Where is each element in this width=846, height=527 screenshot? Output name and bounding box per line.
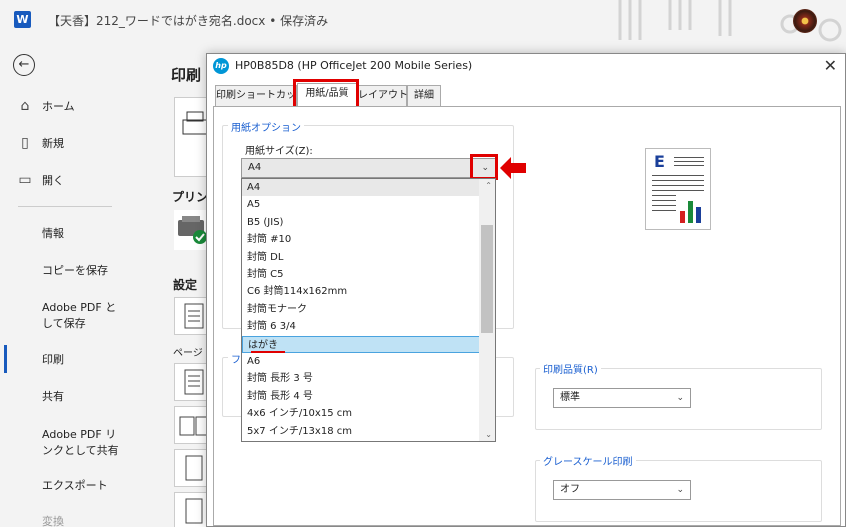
nav-home-label: ホーム xyxy=(42,100,75,113)
paper-options-legend: 用紙オプション xyxy=(228,119,304,134)
nav-print[interactable]: 印刷 xyxy=(0,347,190,371)
nav-save-copy-label: コピーを保存 xyxy=(42,264,108,277)
print-quality-legend: 印刷品質(R) xyxy=(540,361,601,376)
list-item[interactable]: A5 xyxy=(242,196,480,213)
nav-save-adobe-pdf-line2: して保存 xyxy=(42,317,86,330)
scroll-down-icon[interactable]: ⌄ xyxy=(485,430,492,439)
preview-chart-bar xyxy=(688,201,693,223)
nav-divider xyxy=(18,206,112,207)
nav-print-label: 印刷 xyxy=(42,353,64,366)
nav-convert-label: 変換 xyxy=(42,515,64,527)
preview-text-line xyxy=(652,185,704,186)
dialog-title: HP0B85D8 (HP OfficeJet 200 Mobile Series… xyxy=(235,59,473,72)
list-item[interactable]: A6 xyxy=(242,353,480,370)
preview-text-line xyxy=(652,195,676,196)
paper-preview: E xyxy=(645,148,711,230)
nav-convert[interactable]: 変換 xyxy=(0,509,190,527)
grayscale-value: オフ xyxy=(560,484,580,495)
print-quality-value: 標準 xyxy=(560,392,580,403)
word-logo-icon: W xyxy=(14,11,31,28)
printer-heading: プリン xyxy=(172,190,209,204)
preview-text-line xyxy=(652,205,676,206)
nav-save-adobe-pdf-line1: Adobe PDF と xyxy=(42,301,117,314)
tab-layout[interactable]: レイアウト xyxy=(357,85,408,106)
nav-new-label: 新規 xyxy=(42,137,64,150)
print-quality-combobox[interactable]: 標準 ⌄ xyxy=(553,388,691,408)
list-item[interactable]: B5 (JIS) xyxy=(242,214,480,231)
list-item[interactable]: 封筒 C5 xyxy=(242,266,480,283)
dropdown-annotation-highlight xyxy=(470,154,498,180)
tab-advanced[interactable]: 詳細 xyxy=(407,85,441,106)
list-item[interactable]: 5x7 インチ/13x18 cm xyxy=(242,423,480,440)
user-avatar[interactable] xyxy=(793,9,817,33)
list-item[interactable]: 封筒 6 3/4 xyxy=(242,318,480,335)
nav-save-copy[interactable]: コピーを保存 xyxy=(0,258,190,282)
preview-text-line xyxy=(652,210,676,211)
paper-size-label: 用紙サイズ(Z): xyxy=(245,146,313,157)
back-button[interactable]: ← xyxy=(13,54,35,76)
settings-heading: 設定 xyxy=(173,278,198,292)
paper-size-dropdown-list[interactable]: A4 A5 B5 (JIS) 封筒 #10 封筒 DL 封筒 C5 C6 封筒1… xyxy=(241,178,496,442)
list-item[interactable]: 封筒 #10 xyxy=(242,231,480,248)
paper-size-combobox[interactable]: A4 ⌄ xyxy=(241,158,496,178)
tab-print-shortcuts[interactable]: 印刷ショートカット xyxy=(215,85,306,106)
paper-size-value: A4 xyxy=(248,162,262,173)
nav-save-adobe-pdf[interactable]: Adobe PDF と して保存 xyxy=(0,297,190,333)
nav-share-label: 共有 xyxy=(42,390,64,403)
folder-icon: ▭ xyxy=(18,172,32,188)
list-item[interactable]: 封筒 長形 4 号 xyxy=(242,388,480,405)
chevron-down-icon[interactable]: ⌄ xyxy=(676,389,684,407)
document-title: 【天香】212_ワードではがき宛名.docx • 保存済み xyxy=(48,14,329,28)
hp-logo-icon: hp xyxy=(213,58,229,74)
list-item[interactable]: 封筒モナーク xyxy=(242,301,480,318)
nav-home[interactable]: ⌂ ホーム xyxy=(0,94,190,118)
new-document-icon: ▯ xyxy=(21,135,29,151)
nav-info-label: 情報 xyxy=(42,227,64,240)
preview-text-line xyxy=(652,180,704,181)
list-item[interactable]: A4 xyxy=(242,179,480,196)
preview-text-line xyxy=(652,190,704,191)
close-icon[interactable]: ✕ xyxy=(824,56,837,75)
nav-share-adobe-pdf-link-line2: ンクとして共有 xyxy=(42,444,119,457)
preview-text-line xyxy=(652,200,676,201)
pages-label: ページ xyxy=(173,348,203,359)
print-heading: 印刷 xyxy=(171,66,202,84)
chevron-down-icon[interactable]: ⌄ xyxy=(676,481,684,499)
nav-info[interactable]: 情報 xyxy=(0,221,190,245)
nav-export-label: エクスポート xyxy=(42,479,108,492)
nav-new[interactable]: ▯ 新規 xyxy=(0,131,190,155)
preview-text-line xyxy=(674,161,704,162)
preview-text-line xyxy=(674,165,704,166)
preview-chart-bar xyxy=(680,211,685,223)
scrollbar-thumb[interactable] xyxy=(481,225,493,333)
nav-share[interactable]: 共有 xyxy=(0,384,190,408)
nav-export[interactable]: エクスポート xyxy=(0,473,190,497)
grayscale-legend: グレースケール印刷 xyxy=(540,453,636,468)
preview-text-line xyxy=(674,157,704,158)
scroll-up-icon[interactable]: ⌃ xyxy=(485,181,492,190)
grayscale-combobox[interactable]: オフ ⌄ xyxy=(553,480,691,500)
home-icon: ⌂ xyxy=(20,98,30,114)
annotation-arrow-icon xyxy=(500,157,526,179)
word-titlebar: W 【天香】212_ワードではがき宛名.docx • 保存済み xyxy=(0,0,846,42)
nav-share-adobe-pdf-link[interactable]: Adobe PDF リ ンクとして共有 xyxy=(0,424,190,460)
selection-annotation-underline xyxy=(251,351,285,353)
nav-share-adobe-pdf-link-line1: Adobe PDF リ xyxy=(42,428,117,441)
preview-letter: E xyxy=(654,152,665,171)
nav-open-label: 開く xyxy=(42,174,64,187)
list-item[interactable]: 4x6 インチ/10x15 cm xyxy=(242,405,480,422)
preview-chart-bar xyxy=(696,207,701,223)
list-item[interactable]: C6 封筒114x162mm xyxy=(242,283,480,300)
preview-text-line xyxy=(652,175,704,176)
nav-open[interactable]: ▭ 開く xyxy=(0,168,190,192)
list-item[interactable]: 封筒 長形 3 号 xyxy=(242,370,480,387)
list-item[interactable]: 封筒 DL xyxy=(242,249,480,266)
dialog-titlebar: hp HP0B85D8 (HP OfficeJet 200 Mobile Ser… xyxy=(207,54,845,78)
list-scrollbar[interactable]: ⌃ ⌄ xyxy=(479,179,495,441)
